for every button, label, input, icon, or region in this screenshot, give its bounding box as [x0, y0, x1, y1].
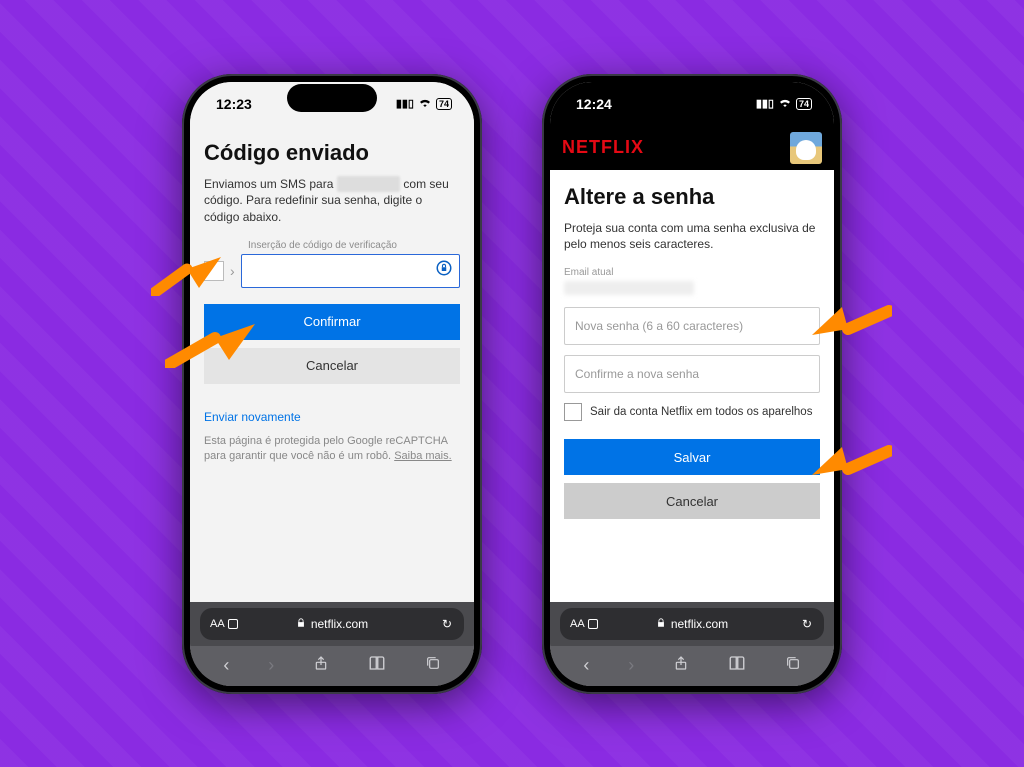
profile-avatar[interactable] — [790, 132, 822, 164]
page-title: Código enviado — [204, 140, 460, 166]
page-description: Enviamos um SMS para xxxxxx xxxx com seu… — [204, 176, 460, 226]
back-button[interactable]: ‹ — [223, 655, 229, 676]
cellular-icon: ▮▮▯ — [396, 97, 414, 110]
new-password-input[interactable]: Nova senha (6 a 60 caracteres) — [564, 307, 820, 345]
share-button[interactable] — [673, 655, 689, 676]
email-value-masked — [564, 281, 694, 295]
cellular-icon: ▮▮▯ — [756, 97, 774, 110]
share-button[interactable] — [313, 655, 329, 676]
page-title: Altere a senha — [564, 184, 820, 210]
masked-phone: xxxxxx xxxx — [337, 176, 400, 193]
url-text: netflix.com — [311, 617, 368, 631]
checkbox-placeholder[interactable] — [204, 261, 224, 281]
forward-button: › — [628, 655, 634, 676]
dynamic-island — [647, 84, 737, 112]
signout-all-checkbox[interactable]: Sair da conta Netflix em todos os aparel… — [564, 403, 820, 421]
reload-icon[interactable]: ↻ — [802, 617, 812, 631]
recaptcha-learn-more-link[interactable]: Saiba mais. — [394, 450, 451, 462]
lock-key-icon — [435, 259, 453, 282]
wifi-icon — [418, 97, 432, 110]
cancel-button[interactable]: Cancelar — [564, 483, 820, 519]
extension-icon — [588, 619, 598, 629]
address-bar[interactable]: AA netflix.com ↻ — [200, 608, 464, 640]
confirm-button[interactable]: Confirmar — [204, 304, 460, 340]
save-button[interactable]: Salvar — [564, 439, 820, 475]
email-label: Email atual — [564, 267, 820, 278]
battery-level: 74 — [436, 98, 452, 110]
netflix-logo[interactable]: NETFLIX — [562, 137, 644, 158]
bookmarks-button[interactable] — [728, 655, 746, 676]
forward-button: › — [268, 655, 274, 676]
browser-chrome: AA netflix.com ↻ ‹ › — [550, 602, 834, 686]
dynamic-island — [287, 84, 377, 112]
reader-button[interactable]: AA — [210, 618, 238, 630]
url-text: netflix.com — [671, 617, 728, 631]
checkbox-icon — [564, 403, 582, 421]
phone-right: 12:24 ▮▮▯ 74 NETFLIX Altere a senha Prot… — [542, 74, 842, 694]
battery-level: 74 — [796, 98, 812, 110]
confirm-password-input[interactable]: Confirme a nova senha — [564, 355, 820, 393]
reload-icon[interactable]: ↻ — [442, 617, 452, 631]
back-button[interactable]: ‹ — [583, 655, 589, 676]
wifi-icon — [778, 97, 792, 110]
address-bar[interactable]: AA netflix.com ↻ — [560, 608, 824, 640]
tabs-button[interactable] — [785, 655, 801, 676]
status-time: 12:24 — [576, 96, 612, 112]
reader-button[interactable]: AA — [570, 618, 598, 630]
lock-icon — [296, 617, 306, 631]
lock-icon — [656, 617, 666, 631]
code-field-label: Inserção de código de verificação — [248, 240, 460, 251]
page-description: Proteja sua conta com uma senha exclusiv… — [564, 220, 820, 254]
extension-icon — [228, 619, 238, 629]
browser-chrome: AA netflix.com ↻ ‹ › — [190, 602, 474, 686]
tabs-button[interactable] — [425, 655, 441, 676]
cancel-button[interactable]: Cancelar — [204, 348, 460, 384]
status-time: 12:23 — [216, 96, 252, 112]
resend-link[interactable]: Enviar novamente — [204, 410, 301, 424]
bookmarks-button[interactable] — [368, 655, 386, 676]
recaptcha-notice: Esta página é protegida pelo Google reCA… — [204, 434, 460, 465]
chevron-right-icon: › — [230, 263, 235, 279]
phone-left: 12:23 ▮▮▯ 74 Código enviado Enviamos um … — [182, 74, 482, 694]
verification-code-input[interactable] — [241, 254, 460, 288]
